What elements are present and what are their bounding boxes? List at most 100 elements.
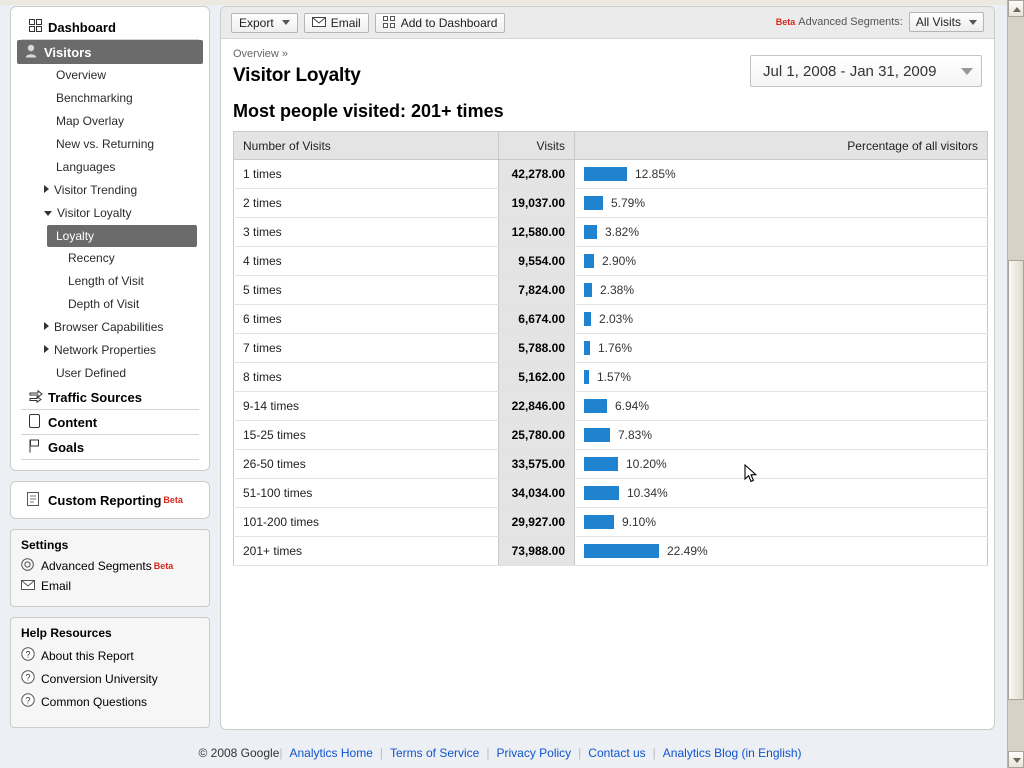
percentage-label: 6.94% [615, 399, 650, 413]
window-top-edge [0, 0, 1024, 5]
table-row[interactable]: 2 times 19,037.00 5.79% [233, 188, 988, 218]
percentage-label: 1.76% [598, 341, 633, 355]
table-row[interactable]: 101-200 times 29,927.00 9.10% [233, 507, 988, 537]
cell-percentage: 7.83% [574, 420, 988, 450]
sidebar-item-visitor-loyalty[interactable]: Visitor Loyalty [11, 202, 209, 225]
cell-number-of-visits: 15-25 times [233, 420, 499, 450]
help-item-about-this-report[interactable]: ? About this Report [11, 644, 209, 667]
footer-link-analytics-blog-in-english[interactable]: Analytics Blog (in English) [663, 746, 802, 760]
sidebar-item-dashboard[interactable]: Dashboard [21, 15, 199, 40]
sidebar-item-benchmarking[interactable]: Benchmarking [11, 87, 209, 110]
sidebar-item-label: Loyalty [56, 229, 95, 243]
sidebar-item-recency[interactable]: Recency [11, 247, 209, 270]
footer-separator: | [486, 746, 490, 760]
table-row[interactable]: 4 times 9,554.00 2.90% [233, 246, 988, 276]
sidebar-item-visitor-trending[interactable]: Visitor Trending [11, 179, 209, 202]
svg-text:?: ? [25, 673, 30, 683]
sidebar-item-goals[interactable]: Goals [21, 435, 199, 460]
email-button[interactable]: Email [303, 12, 369, 33]
help-item-conversion-university[interactable]: ? Conversion University [11, 667, 209, 690]
svg-text:?: ? [25, 650, 30, 660]
advanced-segments-select[interactable]: All Visits [908, 12, 984, 32]
triangle-right-icon[interactable] [44, 185, 49, 193]
arrows-icon [29, 389, 48, 406]
sidebar-item-label: Content [48, 414, 98, 430]
footer-link-contact-us[interactable]: Contact us [588, 746, 645, 760]
cell-visits: 29,927.00 [498, 507, 575, 537]
table-row[interactable]: 15-25 times 25,780.00 7.83% [233, 420, 988, 450]
sidebar-item-browser-capabilities[interactable]: Browser Capabilities [11, 316, 209, 339]
settings-item-advanced-segments[interactable]: Advanced Segments Beta [11, 556, 209, 576]
percentage-label: 1.57% [597, 370, 632, 384]
column-header-visits[interactable]: Visits [498, 131, 575, 160]
sidebar-item-traffic-sources[interactable]: Traffic Sources [21, 385, 199, 410]
table-row[interactable]: 201+ times 73,988.00 22.49% [233, 536, 988, 566]
sidebar-item-label: Recency [68, 251, 115, 265]
percentage-bar-wrapper: 2.90% [584, 254, 978, 268]
sidebar-item-network-properties[interactable]: Network Properties [11, 339, 209, 362]
footer-link-analytics-home[interactable]: Analytics Home [290, 746, 373, 760]
percentage-label: 2.90% [602, 254, 637, 268]
percentage-label: 2.38% [600, 283, 635, 297]
sidebar-item-length-of-visit[interactable]: Length of Visit [11, 270, 209, 293]
column-header-percentage[interactable]: Percentage of all visitors [574, 131, 988, 160]
cell-percentage: 2.90% [574, 246, 988, 276]
sidebar-item-languages[interactable]: Languages [11, 156, 209, 179]
grid-icon [382, 16, 396, 29]
report-body: Overview » Visitor Loyalty Jul 1, 2008 -… [221, 39, 994, 566]
footer-separator: | [379, 746, 383, 760]
table-row[interactable]: 7 times 5,788.00 1.76% [233, 333, 988, 363]
triangle-down-icon[interactable] [44, 211, 52, 216]
table-row[interactable]: 1 times 42,278.00 12.85% [233, 159, 988, 189]
vertical-scrollbar[interactable] [1007, 0, 1024, 768]
sidebar-item-new-vs-returning[interactable]: New vs. Returning [11, 133, 209, 156]
table-row[interactable]: 5 times 7,824.00 2.38% [233, 275, 988, 305]
add-to-dashboard-button[interactable]: Add to Dashboard [374, 12, 506, 33]
cell-percentage: 10.34% [574, 478, 988, 508]
help-item-common-questions[interactable]: ? Common Questions [11, 690, 209, 713]
scrollbar-up-button[interactable] [1008, 0, 1024, 17]
sidebar-item-visitors[interactable]: Visitors [17, 40, 203, 64]
email-label: Email [330, 15, 361, 30]
triangle-right-icon[interactable] [44, 322, 49, 330]
scrollbar-thumb[interactable] [1008, 260, 1024, 700]
percentage-bar [584, 370, 589, 384]
settings-item-email[interactable]: Email [11, 576, 209, 596]
cell-percentage: 12.85% [574, 159, 988, 189]
footer-link-privacy-policy[interactable]: Privacy Policy [496, 746, 571, 760]
percentage-bar-wrapper: 6.94% [584, 399, 978, 413]
date-range-selector[interactable]: Jul 1, 2008 - Jan 31, 2009 [750, 55, 982, 87]
table-row[interactable]: 9-14 times 22,846.00 6.94% [233, 391, 988, 421]
cell-visits: 25,780.00 [498, 420, 575, 450]
sidebar-item-user-defined[interactable]: User Defined [11, 362, 209, 385]
cell-visits: 42,278.00 [498, 159, 575, 189]
scrollbar-down-button[interactable] [1008, 751, 1024, 768]
footer-link-terms-of-service[interactable]: Terms of Service [390, 746, 479, 760]
sidebar-item-map-overlay[interactable]: Map Overlay [11, 110, 209, 133]
cell-percentage: 6.94% [574, 391, 988, 421]
export-button[interactable]: Export [231, 12, 298, 33]
sidebar-item-label: Browser Capabilities [54, 320, 164, 334]
sidebar: Dashboard Visitors Overview Benchmarking Map… [10, 6, 210, 728]
sidebar-item-content[interactable]: Content [21, 410, 199, 435]
sidebar-item-depth-of-visit[interactable]: Depth of Visit [11, 293, 209, 316]
percentage-bar-wrapper: 22.49% [584, 544, 978, 558]
table-row[interactable]: 6 times 6,674.00 2.03% [233, 304, 988, 334]
triangle-right-icon[interactable] [44, 345, 49, 353]
table-row[interactable]: 3 times 12,580.00 3.82% [233, 217, 988, 247]
sidebar-item-loyalty[interactable]: Loyalty [47, 225, 197, 247]
sidebar-nav-panel: Dashboard Visitors Overview Benchmarking Map… [10, 6, 210, 471]
table-row[interactable]: 8 times 5,162.00 1.57% [233, 362, 988, 392]
percentage-label: 3.82% [605, 225, 640, 239]
sidebar-item-overview[interactable]: Overview [11, 64, 209, 87]
table-row[interactable]: 51-100 times 34,034.00 10.34% [233, 478, 988, 508]
sidebar-item-label: Overview [56, 68, 107, 82]
sidebar-item-custom-reporting[interactable]: Custom Reporting Beta [10, 481, 210, 519]
percentage-bar-wrapper: 5.79% [584, 196, 978, 210]
person-icon [25, 44, 44, 61]
table-body: 1 times 42,278.00 12.85% 2 times 19,037.00 5.… [233, 159, 988, 566]
google-analytics-screen: Dashboard Visitors Overview Benchmarking Map… [0, 0, 1024, 768]
cell-number-of-visits: 26-50 times [233, 449, 499, 479]
table-row[interactable]: 26-50 times 33,575.00 10.20% [233, 449, 988, 479]
column-header-number-of-visits[interactable]: Number of Visits [233, 131, 499, 160]
